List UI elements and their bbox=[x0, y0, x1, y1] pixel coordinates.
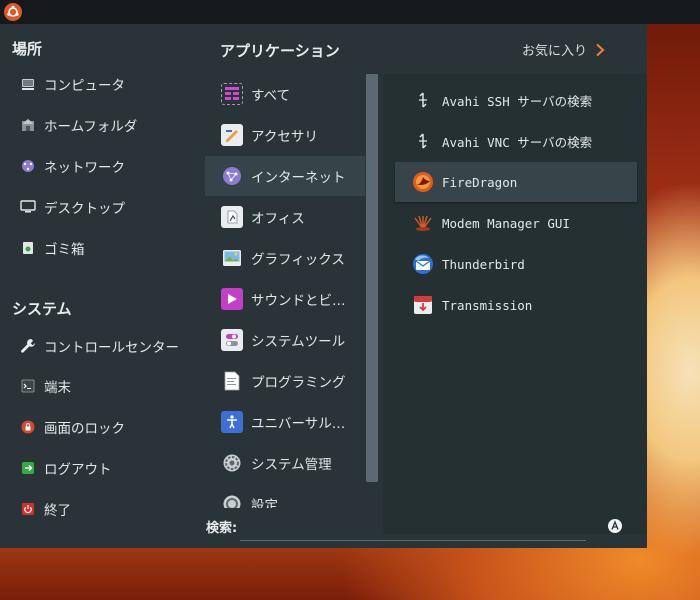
category-office[interactable]: オフィス bbox=[205, 197, 365, 237]
wrench-icon bbox=[20, 338, 36, 354]
category-label: サウンドとビ… bbox=[251, 293, 346, 309]
category-label: アクセサリ bbox=[251, 129, 318, 145]
category-sound-video[interactable]: サウンドとビ… bbox=[205, 279, 365, 319]
category-all[interactable]: すべて bbox=[205, 74, 365, 114]
lock-icon bbox=[20, 419, 36, 435]
avahi-ssh-icon bbox=[412, 89, 434, 111]
system-item-label: コントロールセンター bbox=[44, 340, 179, 356]
system-item-control-center[interactable]: コントロールセンター bbox=[20, 334, 179, 358]
favorites-link[interactable]: お気に入り bbox=[522, 40, 605, 59]
app-modem-manager[interactable]: Modem Manager GUI bbox=[395, 203, 637, 243]
graphics-icon bbox=[221, 247, 243, 269]
category-universal-access[interactable]: ユニバーサル… bbox=[205, 402, 365, 442]
app-label: Transmission bbox=[442, 297, 533, 313]
category-system-admin[interactable]: システム管理 bbox=[205, 443, 365, 483]
search-input[interactable] bbox=[240, 511, 586, 541]
places-item-label: デスクトップ bbox=[44, 201, 125, 217]
category-scrollbar-thumb[interactable] bbox=[366, 74, 378, 482]
system-item-lock-screen[interactable]: 画面のロック bbox=[20, 415, 125, 439]
accessories-icon bbox=[221, 124, 243, 146]
category-label: ユニバーサル… bbox=[251, 416, 346, 432]
category-settings[interactable]: 設定 bbox=[205, 484, 365, 508]
app-avahi-vnc[interactable]: Avahi VNC サーバの検索 bbox=[395, 121, 637, 161]
system-title: システム bbox=[12, 300, 72, 318]
universal-access-icon bbox=[221, 411, 243, 433]
places-title: 場所 bbox=[12, 40, 43, 58]
network-icon bbox=[20, 158, 36, 174]
power-icon bbox=[20, 501, 36, 517]
places-item-label: ゴミ箱 bbox=[44, 242, 85, 258]
places-item-computer[interactable]: コンピュータ bbox=[20, 72, 125, 96]
sound-video-icon bbox=[221, 288, 243, 310]
places-item-home[interactable]: ホームフォルダ bbox=[20, 113, 137, 137]
category-label: すべて bbox=[251, 88, 291, 104]
category-label: 設定 bbox=[251, 498, 278, 508]
trash-icon bbox=[20, 240, 36, 256]
category-system-tools[interactable]: システムツール bbox=[205, 320, 365, 360]
category-accessories[interactable]: アクセサリ bbox=[205, 115, 365, 155]
system-admin-icon bbox=[221, 452, 243, 474]
avahi-vnc-icon bbox=[412, 130, 434, 152]
category-list: すべて アクセサリ インターネット オフィス グラフィックス サウンドとビ… シ… bbox=[205, 74, 365, 508]
places-item-network[interactable]: ネットワーク bbox=[20, 154, 125, 178]
app-label: Avahi SSH サーバの検索 bbox=[442, 93, 593, 109]
all-apps-icon bbox=[221, 83, 243, 105]
system-item-terminal[interactable]: 端末 bbox=[20, 374, 71, 398]
places-item-label: コンピュータ bbox=[44, 78, 125, 94]
system-item-label: ログアウト bbox=[44, 462, 112, 478]
category-label: システムツール bbox=[251, 334, 346, 350]
office-icon bbox=[221, 206, 243, 228]
app-label: Thunderbird bbox=[442, 256, 525, 272]
chevron-right-icon bbox=[596, 43, 605, 56]
internet-icon bbox=[221, 165, 243, 187]
clear-search-icon[interactable] bbox=[607, 518, 623, 534]
terminal-icon bbox=[20, 378, 36, 394]
places-item-label: ホームフォルダ bbox=[44, 119, 138, 135]
app-transmission[interactable]: Transmission bbox=[395, 285, 637, 325]
computer-icon bbox=[20, 76, 36, 92]
category-label: インターネット bbox=[251, 170, 346, 186]
app-label: Avahi VNC サーバの検索 bbox=[442, 134, 593, 150]
logout-icon bbox=[20, 460, 36, 476]
applications-title: アプリケーション bbox=[220, 42, 340, 60]
firedragon-icon bbox=[412, 171, 434, 193]
transmission-icon bbox=[412, 294, 434, 316]
category-label: オフィス bbox=[251, 211, 305, 227]
system-item-label: 画面のロック bbox=[44, 421, 125, 437]
thunderbird-icon bbox=[412, 253, 434, 275]
category-internet[interactable]: インターネット bbox=[205, 156, 365, 196]
ubuntu-menu-button[interactable] bbox=[4, 3, 22, 21]
app-thunderbird[interactable]: Thunderbird bbox=[395, 244, 637, 284]
desktop-icon bbox=[20, 199, 36, 215]
application-list: Avahi SSH サーバの検索 Avahi VNC サーバの検索 FireDr… bbox=[383, 74, 647, 534]
category-label: プログラミング bbox=[251, 375, 346, 391]
system-item-label: 終了 bbox=[44, 503, 71, 519]
system-item-label: 端末 bbox=[44, 380, 71, 396]
ubuntu-logo-icon bbox=[7, 5, 19, 17]
modem-manager-icon bbox=[412, 212, 434, 234]
category-programming[interactable]: プログラミング bbox=[205, 361, 365, 401]
category-graphics[interactable]: グラフィックス bbox=[205, 238, 365, 278]
app-label: Modem Manager GUI bbox=[442, 215, 570, 231]
programming-icon bbox=[221, 370, 243, 392]
app-avahi-ssh[interactable]: Avahi SSH サーバの検索 bbox=[395, 80, 637, 120]
system-tools-icon bbox=[221, 329, 243, 351]
settings-icon bbox=[221, 493, 243, 508]
places-item-desktop[interactable]: デスクトップ bbox=[20, 195, 125, 219]
places-item-trash[interactable]: ゴミ箱 bbox=[20, 236, 85, 260]
top-panel bbox=[0, 0, 700, 24]
app-label: FireDragon bbox=[442, 174, 518, 190]
system-item-shutdown[interactable]: 終了 bbox=[20, 497, 71, 521]
application-menu: 場所 コンピュータ ホームフォルダ ネットワーク デスクトップ ゴミ箱 システム bbox=[0, 24, 647, 548]
category-label: システム管理 bbox=[251, 457, 332, 473]
search-label: 検索: bbox=[206, 521, 238, 536]
category-label: グラフィックス bbox=[251, 252, 345, 268]
system-item-logout[interactable]: ログアウト bbox=[20, 456, 112, 480]
places-item-label: ネットワーク bbox=[44, 160, 125, 176]
favorites-label: お気に入り bbox=[522, 44, 588, 59]
app-firedragon[interactable]: FireDragon bbox=[395, 162, 637, 202]
home-folder-icon bbox=[20, 117, 36, 133]
